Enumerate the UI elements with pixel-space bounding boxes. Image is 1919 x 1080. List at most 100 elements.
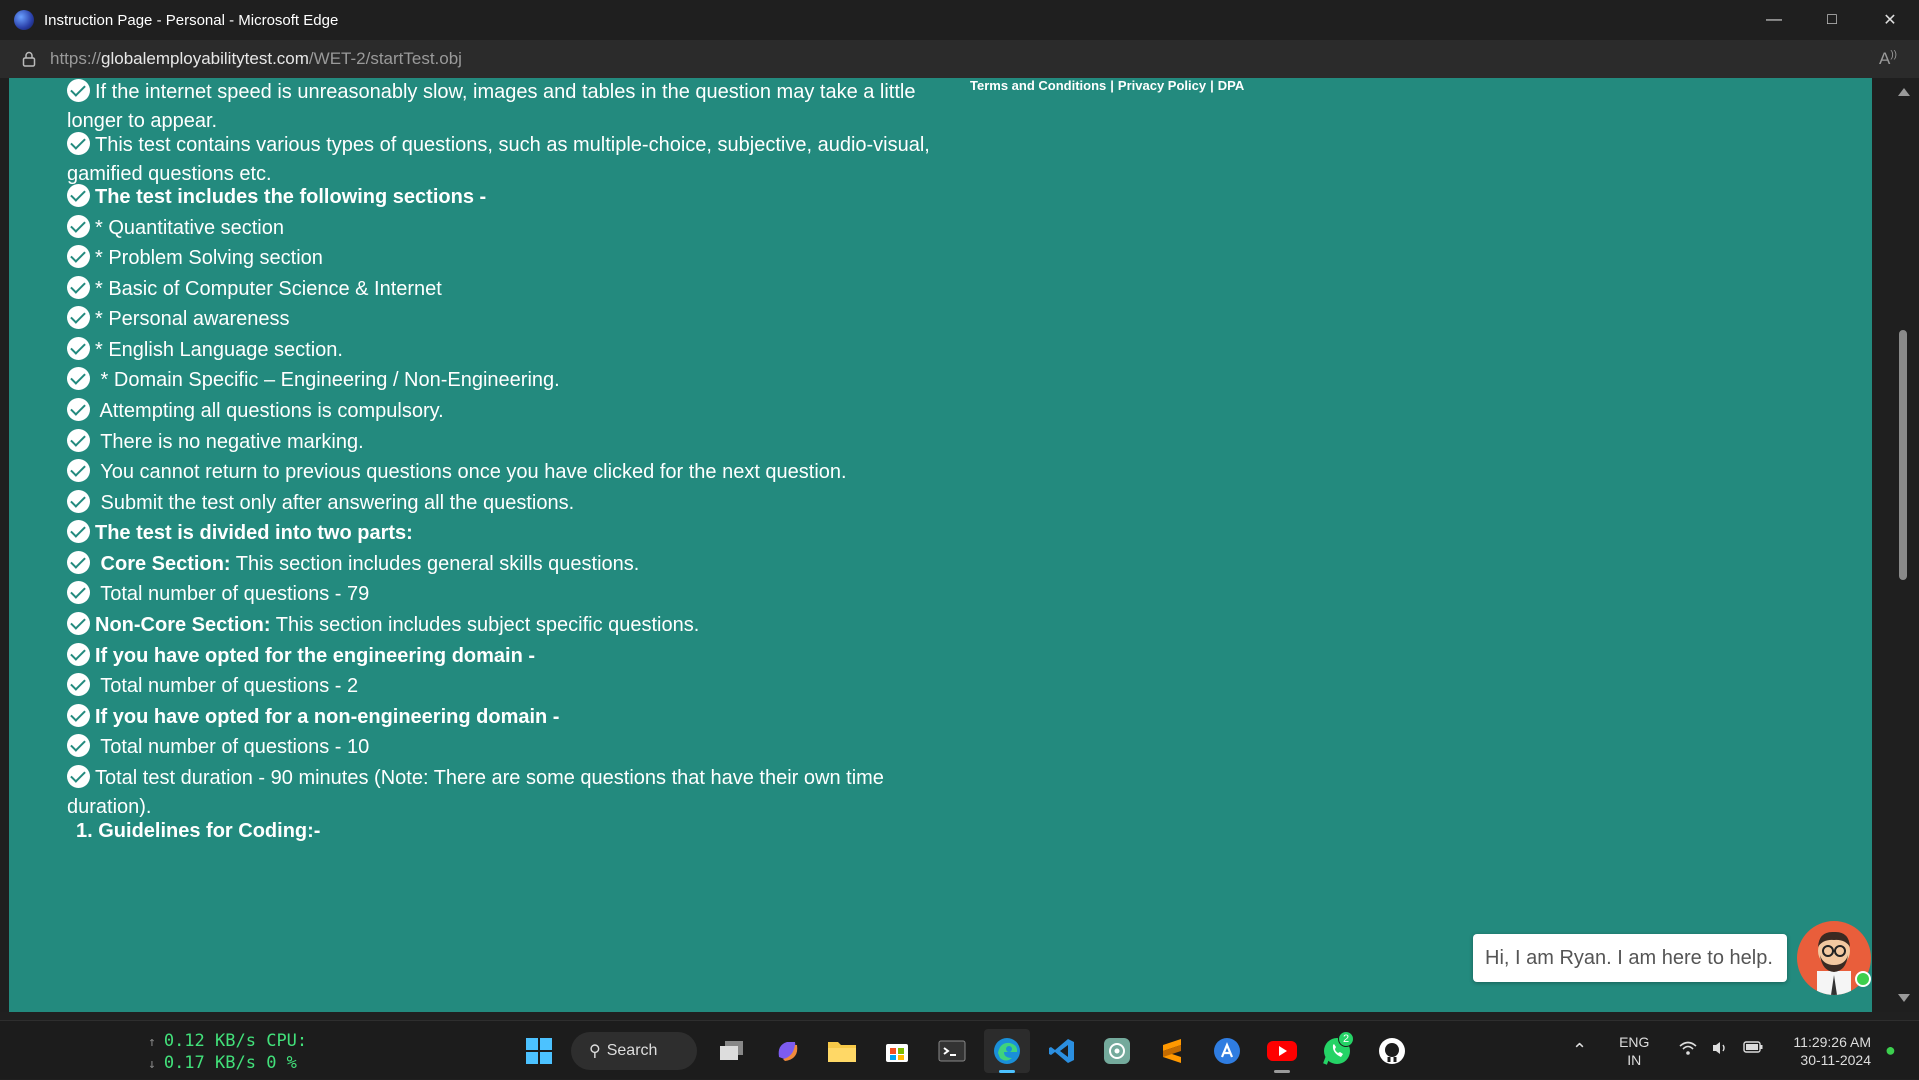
link-separator: |: [1110, 78, 1114, 93]
instruction-lead: Non-Core Section:: [95, 614, 271, 636]
copilot-icon[interactable]: [764, 1029, 810, 1073]
check-circle-icon: [67, 215, 90, 238]
page-scrollbar[interactable]: [1894, 78, 1912, 1012]
vscode-icon[interactable]: [1039, 1029, 1085, 1073]
battery-icon[interactable]: [1743, 1040, 1763, 1061]
check-circle-icon: [67, 459, 90, 482]
language-indicator[interactable]: ENG IN: [1619, 1033, 1649, 1069]
url-text[interactable]: https://globalemployabilitytest.com/WET-…: [50, 49, 462, 69]
window-title: Instruction Page - Personal - Microsoft …: [44, 11, 339, 29]
instruction-item: Total number of questions - 10: [67, 733, 937, 762]
check-circle-icon: [67, 245, 90, 268]
net-down-speed: 0.17 KB/s: [163, 1053, 256, 1073]
terminal-icon[interactable]: [929, 1029, 975, 1073]
taskbar-search[interactable]: ⚲ Search: [571, 1032, 697, 1070]
sublime-text-icon[interactable]: [1149, 1029, 1195, 1073]
instruction-text: * Personal awareness: [95, 308, 290, 330]
scroll-up-arrow-icon[interactable]: [1898, 88, 1910, 96]
check-circle-icon: [67, 276, 90, 299]
footer-links: Terms and Conditions | Privacy Policy | DPA: [970, 78, 1244, 93]
instruction-text: * English Language section.: [95, 339, 343, 361]
instruction-item: Submit the test only after answering all…: [67, 489, 937, 518]
address-bar[interactable]: https://globalemployabilitytest.com/WET-…: [0, 40, 1919, 78]
scroll-down-arrow-icon[interactable]: [1898, 994, 1910, 1002]
instruction-lead: Core Section:: [95, 553, 231, 575]
instruction-text: There is no negative marking.: [95, 431, 364, 453]
instruction-text: You cannot return to previous questions …: [95, 461, 847, 483]
volume-icon[interactable]: [1711, 1040, 1729, 1061]
start-button[interactable]: [516, 1029, 562, 1073]
instruction-item: Total number of questions - 2: [67, 672, 937, 701]
close-button[interactable]: ✕: [1861, 0, 1919, 40]
lock-icon[interactable]: [20, 50, 38, 68]
url-host: globalemployabilitytest.com: [101, 49, 309, 68]
instruction-text: * Domain Specific – Engineering / Non-En…: [95, 369, 560, 391]
instruction-text: If you have opted for a non-engineering …: [95, 706, 560, 728]
search-label: Search: [606, 1042, 658, 1059]
lang-primary: ENG: [1619, 1033, 1650, 1050]
taskbar: ↑ 0.12 KB/s CPU: ↓ 0.17 KB/s 0 % ⚲ Search: [0, 1020, 1919, 1079]
network-monitor: ↑ 0.12 KB/s CPU: ↓ 0.17 KB/s 0 %: [148, 1031, 307, 1075]
privacy-link[interactable]: Privacy Policy: [1118, 78, 1206, 93]
terms-link[interactable]: Terms and Conditions: [970, 78, 1106, 93]
search-icon: ⚲: [589, 1043, 601, 1060]
dpa-link[interactable]: DPA: [1218, 78, 1244, 93]
instruction-text: * Problem Solving section: [95, 247, 323, 269]
cpu-label: CPU:: [266, 1031, 308, 1051]
instruction-item: You cannot return to previous questions …: [67, 458, 937, 487]
check-circle-icon: [67, 367, 90, 390]
github-icon[interactable]: [1369, 1029, 1415, 1073]
coding-guidelines-heading: 1. Guidelines for Coding:-: [76, 820, 321, 842]
online-status-dot: [1855, 971, 1871, 987]
net-up-speed: 0.12 KB/s: [163, 1031, 256, 1051]
check-circle-icon: [67, 734, 90, 757]
edge-profile-icon[interactable]: [14, 10, 34, 30]
clock-date: 30-11-2024: [1800, 1051, 1871, 1068]
maximize-button[interactable]: □: [1803, 0, 1861, 40]
instruction-item: * English Language section.: [67, 336, 937, 365]
instruction-text: Total number of questions - 10: [95, 736, 370, 758]
check-circle-icon: [67, 398, 90, 421]
taskbar-apps: ⚲ Search 2: [516, 1029, 1424, 1073]
scrollbar-thumb[interactable]: [1899, 330, 1907, 580]
url-scheme: https://: [50, 49, 102, 68]
instruction-text: This section includes general skills que…: [230, 553, 640, 575]
system-clock[interactable]: 11:29:26 AM 30-11-2024: [1793, 1033, 1871, 1069]
system-tray: ⌃ ENG IN 11:29:26 AM 30-11-2024 ●: [1572, 1021, 1919, 1080]
wifi-icon[interactable]: [1679, 1040, 1697, 1061]
tray-status-icons[interactable]: [1679, 1040, 1763, 1061]
show-hidden-icons-chevron-icon[interactable]: ⌃: [1572, 1040, 1587, 1061]
instruction-item: If you have opted for a non-engineering …: [67, 703, 937, 732]
instruction-item: * Basic of Computer Science & Internet: [67, 275, 937, 304]
microsoft-store-icon[interactable]: [874, 1029, 920, 1073]
check-circle-icon: [67, 673, 90, 696]
whatsapp-badge: 2: [1338, 1031, 1354, 1047]
check-circle-icon: [67, 132, 90, 155]
instruction-text: Attempting all questions is compulsory.: [95, 400, 444, 422]
check-circle-icon: [67, 520, 90, 543]
notification-bell-icon[interactable]: ●: [1885, 1040, 1905, 1061]
chat-greeting-bubble[interactable]: Hi, I am Ryan. I am here to help.: [1473, 934, 1787, 982]
instruction-text: Total number of questions - 79: [95, 583, 370, 605]
check-circle-icon: [67, 490, 90, 513]
instruction-item: * Personal awareness: [67, 305, 937, 334]
youtube-icon[interactable]: [1259, 1029, 1305, 1073]
whatsapp-icon[interactable]: 2: [1314, 1029, 1360, 1073]
chatgpt-icon[interactable]: [1094, 1029, 1140, 1073]
instruction-text: Total number of questions - 2: [95, 675, 359, 697]
file-explorer-icon[interactable]: [819, 1029, 865, 1073]
app-store-icon[interactable]: [1204, 1029, 1250, 1073]
instruction-text: This test contains various types of ques…: [67, 134, 930, 185]
edge-browser-icon[interactable]: [984, 1029, 1030, 1073]
task-view-icon[interactable]: [709, 1029, 755, 1073]
read-aloud-icon[interactable]: A)): [1879, 49, 1897, 69]
check-circle-icon: [67, 337, 90, 360]
instruction-item: * Problem Solving section: [67, 244, 937, 273]
title-bar: Instruction Page - Personal - Microsoft …: [0, 0, 1919, 40]
instruction-item: If you have opted for the engineering do…: [67, 642, 937, 671]
instruction-item: The test includes the following sections…: [67, 183, 937, 212]
minimize-button[interactable]: —: [1745, 0, 1803, 40]
check-circle-icon: [67, 79, 90, 102]
instruction-text: The test includes the following sections…: [95, 186, 487, 208]
instruction-text: This section includes subject specific q…: [270, 614, 700, 636]
